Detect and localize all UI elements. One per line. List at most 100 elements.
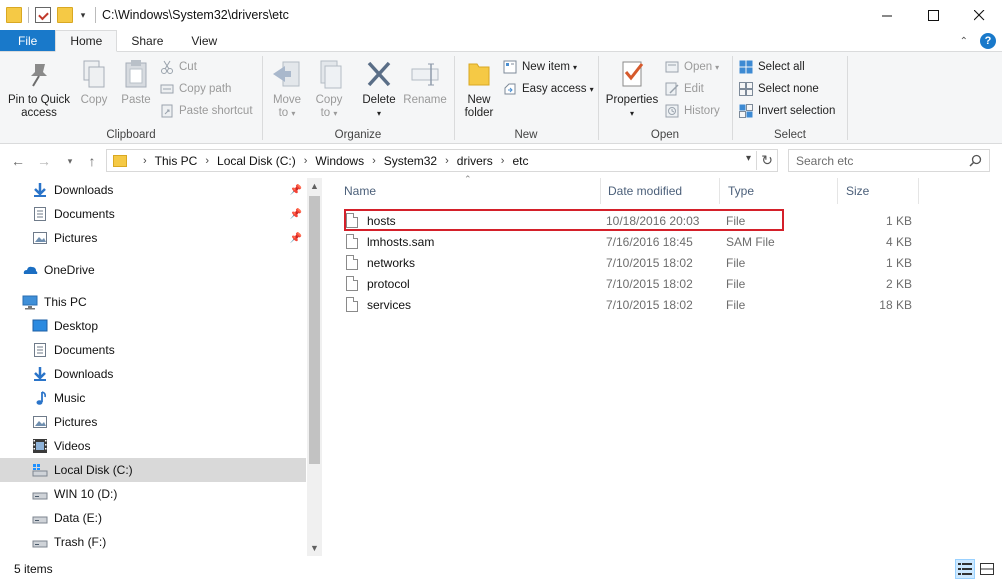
history-button[interactable]: History: [665, 101, 720, 121]
forward-button[interactable]: →: [34, 151, 54, 171]
address-bar[interactable]: › This PC › Local Disk (C:) › Windows › …: [106, 149, 778, 172]
nav-item-trash-f[interactable]: Trash (F:): [0, 530, 306, 554]
copy-icon: [78, 58, 110, 90]
maximize-button[interactable]: [910, 0, 956, 30]
new-folder-button[interactable]: New folder: [457, 58, 501, 120]
column-header-type[interactable]: Type: [720, 178, 838, 204]
help-icon[interactable]: ?: [980, 33, 996, 49]
move-to-button[interactable]: Move to ▾: [267, 58, 307, 120]
nav-item-data-e[interactable]: Data (E:): [0, 506, 306, 530]
nav-item-videos[interactable]: Videos: [0, 434, 306, 458]
new-item-icon: [503, 60, 517, 74]
scrollbar-thumb[interactable]: [309, 196, 320, 464]
file-row-protocol[interactable]: protocol 7/10/2015 18:02 File 2 KB: [342, 273, 918, 294]
nav-item-win10-d[interactable]: WIN 10 (D:): [0, 482, 306, 506]
nav-item-downloads[interactable]: Downloads: [0, 362, 306, 386]
column-header-name[interactable]: Name: [336, 178, 600, 204]
paste-icon: [120, 58, 152, 90]
nav-item-downloads-quick[interactable]: Downloads 📌: [0, 178, 306, 202]
delete-button[interactable]: Delete ▾: [357, 58, 401, 120]
nav-item-documents-quick[interactable]: Documents 📌: [0, 202, 306, 226]
up-button[interactable]: ↑: [82, 151, 102, 171]
breadcrumb-chevron-icon[interactable]: ›: [501, 155, 505, 167]
copy-to-icon: [313, 58, 345, 90]
refresh-icon[interactable]: ↻: [756, 151, 773, 170]
customize-toolbar-chevron-icon[interactable]: ▾: [77, 7, 89, 23]
breadcrumb-chevron-icon[interactable]: ›: [445, 155, 449, 167]
cut-button[interactable]: Cut: [160, 57, 197, 77]
breadcrumb-etc[interactable]: etc: [512, 154, 528, 168]
minimize-button[interactable]: [864, 0, 910, 30]
nav-item-this-pc[interactable]: This PC: [0, 290, 306, 314]
file-row-hosts[interactable]: hosts 10/18/2016 20:03 File 1 KB: [342, 210, 918, 231]
nav-item-onedrive[interactable]: OneDrive: [0, 258, 306, 282]
back-button[interactable]: ←: [8, 151, 28, 171]
search-input[interactable]: Search etc: [788, 149, 990, 172]
folder-icon[interactable]: [6, 7, 22, 23]
address-dropdown-chevron-icon[interactable]: ▾: [746, 153, 751, 164]
file-row-lmhosts[interactable]: lmhosts.sam 7/16/2016 18:45 SAM File 4 K…: [342, 231, 918, 252]
drive-icon: [32, 486, 48, 502]
recent-locations-button[interactable]: ▾: [60, 151, 80, 171]
tab-share[interactable]: Share: [117, 30, 177, 51]
rename-button[interactable]: Rename: [401, 58, 449, 107]
window-title: C:\Windows\System32\drivers\etc: [102, 8, 289, 22]
breadcrumb-chevron-icon[interactable]: ›: [143, 155, 147, 167]
minimize-ribbon-chevron-icon[interactable]: ⌃: [960, 36, 968, 47]
large-icons-view-button[interactable]: [977, 559, 997, 579]
copy-button[interactable]: Copy: [74, 58, 114, 107]
properties-check-icon: [616, 58, 648, 90]
file-row-services[interactable]: services 7/10/2015 18:02 File 18 KB: [342, 294, 918, 315]
file-type: File: [726, 255, 746, 270]
paste-button[interactable]: Paste: [116, 58, 156, 107]
breadcrumb-chevron-icon[interactable]: ›: [205, 155, 209, 167]
nav-item-pictures[interactable]: Pictures: [0, 410, 306, 434]
nav-item-documents[interactable]: Documents: [0, 338, 306, 362]
properties-button[interactable]: Properties ▾: [601, 58, 663, 120]
invert-selection-button[interactable]: Invert selection: [739, 101, 835, 121]
breadcrumb-local-disk[interactable]: Local Disk (C:): [217, 154, 296, 168]
easy-access-button[interactable]: Easy access ▾: [503, 79, 594, 99]
open-button[interactable]: Open ▾: [665, 57, 719, 77]
tab-home[interactable]: Home: [55, 30, 118, 52]
breadcrumb-windows[interactable]: Windows: [315, 154, 364, 168]
edit-button[interactable]: Edit: [665, 79, 704, 99]
pin-icon[interactable]: 📌: [290, 185, 302, 196]
details-view-button[interactable]: [955, 559, 975, 579]
nav-item-pictures-quick[interactable]: Pictures 📌: [0, 226, 306, 250]
new-folder-icon[interactable]: [57, 7, 73, 23]
select-all-button[interactable]: Select all: [739, 57, 805, 77]
copy-path-button[interactable]: Copy path: [160, 79, 231, 99]
column-header-date-modified[interactable]: Date modified: [600, 178, 720, 204]
pin-icon[interactable]: 📌: [290, 233, 302, 244]
move-to-label-2: to ▾: [278, 107, 296, 119]
breadcrumb-drivers[interactable]: drivers: [457, 154, 493, 168]
nav-item-label: Pictures: [54, 415, 98, 429]
nav-item-music[interactable]: Music: [0, 386, 306, 410]
breadcrumb-chevron-icon[interactable]: ›: [304, 155, 308, 167]
item-count: 5 items: [14, 562, 53, 576]
select-none-button[interactable]: Select none: [739, 79, 819, 99]
pin-icon[interactable]: 📌: [290, 209, 302, 220]
breadcrumb-chevron-icon[interactable]: ›: [372, 155, 376, 167]
scroll-up-arrow-icon[interactable]: ▲: [307, 178, 322, 194]
nav-item-local-disk-c[interactable]: Local Disk (C:): [0, 458, 306, 482]
tab-file[interactable]: File: [0, 30, 56, 51]
properties-check-icon[interactable]: [35, 7, 51, 23]
nav-item-desktop[interactable]: Desktop: [0, 314, 306, 338]
scroll-down-arrow-icon[interactable]: ▼: [307, 540, 322, 556]
tab-view[interactable]: View: [177, 30, 231, 51]
cut-label: Cut: [179, 61, 197, 73]
copy-to-button[interactable]: Copy to ▾: [309, 58, 349, 120]
paste-shortcut-button[interactable]: Paste shortcut: [160, 101, 253, 121]
file-date: 10/18/2016 20:03: [606, 213, 700, 228]
close-button[interactable]: [956, 0, 1002, 30]
breadcrumb-this-pc[interactable]: This PC: [155, 154, 198, 168]
column-header-size[interactable]: Size: [838, 178, 918, 204]
breadcrumb-system32[interactable]: System32: [384, 154, 437, 168]
new-item-button[interactable]: New item ▾: [503, 57, 577, 77]
drive-icon: [32, 534, 48, 550]
pin-to-quick-access-button[interactable]: Pin to Quick access: [4, 58, 74, 120]
navigation-scrollbar[interactable]: ▲ ▼: [307, 178, 322, 556]
file-row-networks[interactable]: networks 7/10/2015 18:02 File 1 KB: [342, 252, 918, 273]
